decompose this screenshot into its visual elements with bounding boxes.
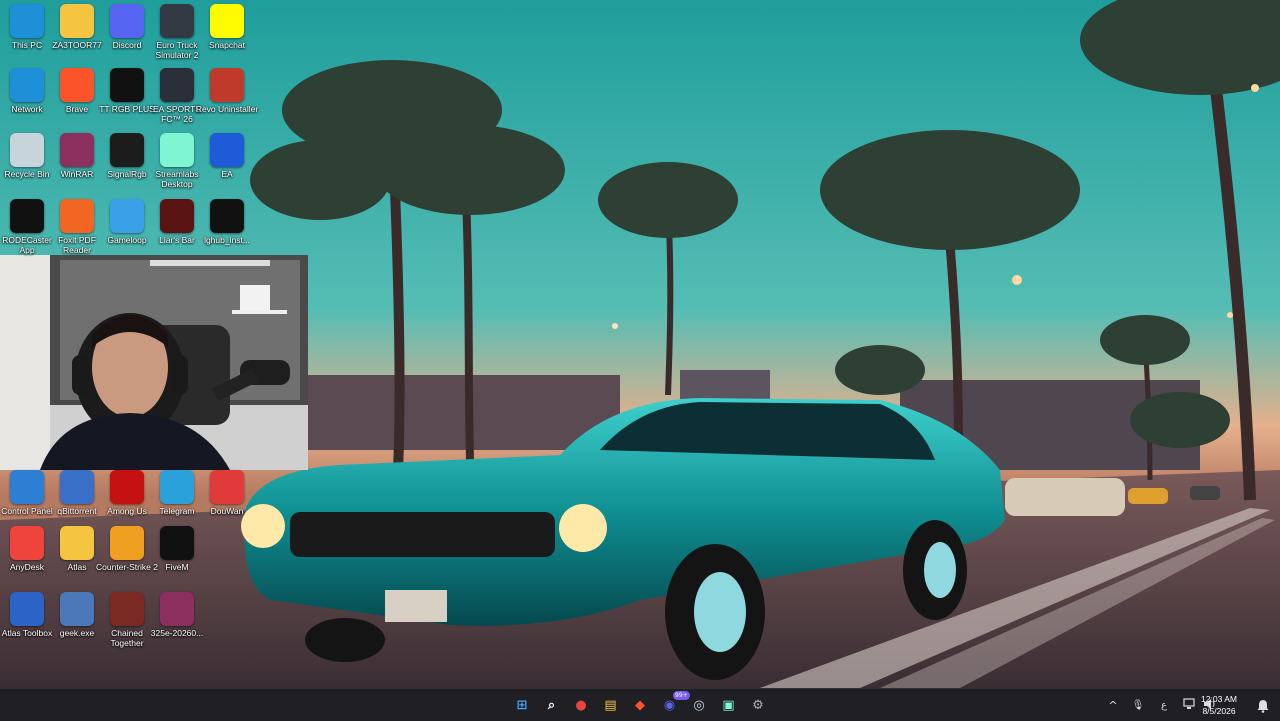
- ea-icon: [210, 133, 244, 167]
- webcam-feed: [0, 255, 308, 470]
- atlas-toolbox-icon: [10, 592, 44, 626]
- revo-icon: [210, 68, 244, 102]
- desktop-icon-label: Snapchat: [209, 40, 245, 50]
- signalrgb-icon: [110, 133, 144, 167]
- chrome-icon[interactable]: ●: [569, 693, 593, 717]
- brave-icon: [60, 68, 94, 102]
- clock-time: 12:03 AM: [1201, 694, 1237, 704]
- streamlabs-icon[interactable]: ▣: [717, 693, 741, 717]
- notification-bell-icon[interactable]: [1256, 698, 1270, 713]
- monitor-icon: [10, 4, 44, 38]
- microphone-icon[interactable]: 🎙: [1127, 700, 1149, 711]
- folder-icon: [60, 4, 94, 38]
- winrar-icon: [160, 592, 194, 626]
- desktop-icon-label: FiveM: [165, 562, 189, 572]
- anydesk-icon: [10, 526, 44, 560]
- fivem-icon: [160, 526, 194, 560]
- gameloop-icon: [110, 199, 144, 233]
- clock[interactable]: 12:03 AM 8/5/2026: [1194, 693, 1244, 717]
- settings-icon[interactable]: ⚙: [746, 693, 770, 717]
- webcam-overlay: [0, 255, 308, 470]
- steam-icon[interactable]: ◎: [687, 693, 711, 717]
- douwan-icon: [210, 470, 244, 504]
- truck-icon: [160, 4, 194, 38]
- search-icon[interactable]: ⌕: [540, 693, 564, 717]
- desktop-icon-label: 325e-20260...: [150, 628, 204, 638]
- foxit-icon: [60, 199, 94, 233]
- liarsbar-icon: [160, 199, 194, 233]
- chained-icon: [110, 592, 144, 626]
- desktop-icon[interactable]: Foxit PDF Reader: [50, 199, 104, 255]
- start-button[interactable]: ⊞: [510, 693, 534, 717]
- language-indicator[interactable]: ع: [1155, 700, 1173, 711]
- fc-icon: [160, 68, 194, 102]
- desktop-icon[interactable]: Chained Together: [100, 592, 154, 648]
- lghub-icon: [210, 199, 244, 233]
- desktop-icon[interactable]: EA: [200, 133, 254, 179]
- desktop-icon[interactable]: FiveM: [150, 526, 204, 572]
- desktop-icon[interactable]: Snapchat: [200, 4, 254, 50]
- snapchat-icon: [210, 4, 244, 38]
- network-icon: [10, 68, 44, 102]
- rode-icon: [10, 199, 44, 233]
- clock-date: 8/5/2026: [1202, 706, 1236, 716]
- qbittorrent-icon: [60, 470, 94, 504]
- desktop-icon[interactable]: 325e-20260...: [150, 592, 204, 638]
- desktop-icon[interactable]: EA SPORTS FC™ 26: [150, 68, 204, 124]
- desktop-icon[interactable]: Streamlabs Desktop: [150, 133, 204, 189]
- desktop-icon-label: EA: [221, 169, 233, 179]
- desktop-icon-label: lghub_inst...: [204, 235, 250, 245]
- desktop-icon[interactable]: DouWan: [200, 470, 254, 516]
- winrar-icon: [60, 133, 94, 167]
- control-panel-icon: [10, 470, 44, 504]
- desktop-icon[interactable]: lghub_inst...: [200, 199, 254, 245]
- cs2-icon: [110, 526, 144, 560]
- telegram-icon: [160, 470, 194, 504]
- streamlabs-icon: [160, 133, 194, 167]
- file-explorer-icon[interactable]: ▤: [599, 693, 623, 717]
- desktop-icon-label: DouWan: [210, 506, 244, 516]
- tt-icon: [110, 68, 144, 102]
- folder-icon: [60, 526, 94, 560]
- amongus-icon: [110, 470, 144, 504]
- taskbar: ⊞ ⌕ ● ▤ ◆ ◉ ◎ ▣ ⚙ 99+ ^ 🎙 ع 12:03 AM 8/5/2026: [0, 688, 1280, 721]
- discord-icon: [110, 4, 144, 38]
- tray-overflow-chevron-icon[interactable]: ^: [1105, 699, 1121, 712]
- desktop-icon[interactable]: Euro Truck Simulator 2: [150, 4, 204, 60]
- geek-icon: [60, 592, 94, 626]
- discord-notification-badge: 99+: [673, 691, 690, 700]
- recycle-bin-icon: [10, 133, 44, 167]
- desktop-icon[interactable]: Revo Uninstaller: [196, 68, 258, 114]
- brave-icon[interactable]: ◆: [628, 693, 652, 717]
- desktop-icon-label: Revo Uninstaller: [195, 104, 259, 114]
